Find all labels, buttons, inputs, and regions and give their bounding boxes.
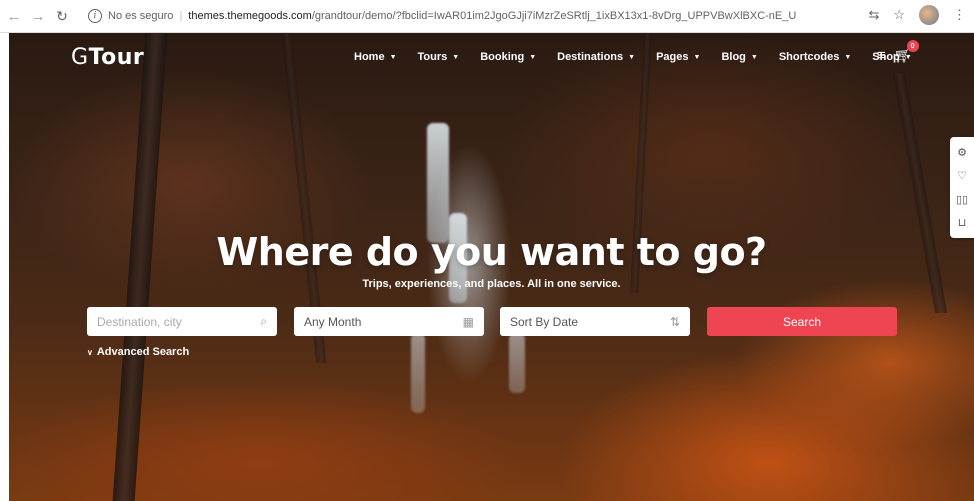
cart-icon[interactable]: 🛒︎ 0: [894, 40, 919, 64]
url-path: /grandtour/demo/?fbclid=IwAR01im2JgoGJji…: [311, 10, 797, 22]
menu-item-tours[interactable]: Tours ▼: [418, 51, 460, 63]
logo-g: G: [71, 45, 89, 70]
chevron-down-icon: ▼: [389, 53, 397, 61]
address-separator: |: [179, 10, 183, 22]
menu-label: Tours: [417, 51, 448, 63]
heart-icon[interactable]: ♡: [957, 169, 967, 182]
chevron-down-icon: ▼: [844, 53, 852, 61]
month-select[interactable]: Any Month ▦: [294, 307, 484, 336]
info-icon[interactable]: i: [88, 9, 102, 23]
advanced-search-label: Advanced Search: [96, 346, 190, 358]
menu-item-destinations[interactable]: Destinations ▼: [557, 51, 635, 63]
advanced-search-link[interactable]: ∨ Advanced Search: [87, 346, 189, 358]
tree-trunk-decoration: [892, 73, 948, 313]
chevron-down-icon: ▼: [750, 53, 758, 61]
menu-item-booking[interactable]: Booking ▼: [480, 51, 536, 63]
menu-item-home[interactable]: Home ▼: [354, 51, 397, 63]
sort-select[interactable]: Sort By Date ⇅: [500, 307, 690, 336]
security-label: No es seguro: [108, 10, 174, 22]
menu-label: Home: [354, 51, 385, 63]
hero-title: Where do you want to go?: [216, 230, 767, 274]
search-icon: ⌕: [260, 314, 267, 328]
menu-item-blog[interactable]: Blog ▼: [721, 51, 757, 63]
menu-label: Blog: [721, 51, 746, 63]
search-button[interactable]: Search: [707, 307, 897, 336]
logo-text: Tour: [88, 45, 145, 70]
month-value: Any Month: [304, 314, 362, 329]
destination-placeholder: Destination, city: [97, 314, 182, 329]
hero-subtitle: Trips, experiences, and places. All in o…: [362, 278, 621, 290]
side-toolbar: ⚙ ♡ ▯▯ ⊔: [950, 137, 974, 238]
hamburger-icon[interactable]: ≡: [877, 47, 886, 64]
menu-label: Booking: [480, 51, 525, 63]
menu-item-shortcodes[interactable]: Shortcodes ▼: [779, 51, 851, 63]
translate-icon[interactable]: ⇆: [868, 7, 879, 23]
sort-value: Sort By Date: [510, 314, 579, 329]
chevron-down-icon: ▼: [693, 53, 701, 61]
url-host: themes.themegoods.com: [188, 10, 312, 22]
chevron-down-icon: ▼: [628, 53, 636, 61]
cart-icon[interactable]: ⊔: [958, 216, 967, 229]
menu-label: Destinations: [557, 51, 624, 63]
site-logo[interactable]: GTour: [71, 45, 144, 70]
waterfall-decoration: [411, 333, 425, 413]
menu-label: Shortcodes: [778, 51, 840, 63]
menu-label: Pages: [656, 51, 689, 63]
chevron-down-icon: ∨: [87, 347, 93, 357]
forward-icon[interactable]: →: [28, 6, 48, 26]
book-icon[interactable]: ▯▯: [956, 193, 968, 206]
browser-toolbar: ← → ↻ i No es seguro | themes.themegoods…: [0, 0, 974, 33]
more-menu-icon[interactable]: ⋮: [953, 7, 966, 23]
chevron-down-icon: ▼: [529, 53, 537, 61]
waterfall-decoration: [509, 333, 525, 393]
menu-item-pages[interactable]: Pages ▼: [656, 51, 700, 63]
hero-section: GTour Home ▼ Tours ▼ Booking ▼ Destinations…: [9, 33, 974, 501]
chevron-down-icon: ▼: [452, 53, 460, 61]
destination-input[interactable]: Destination, city ⌕: [87, 307, 277, 336]
back-icon[interactable]: ←: [4, 6, 24, 26]
profile-avatar[interactable]: [919, 5, 939, 25]
waterfall-decoration: [427, 123, 449, 243]
main-menu: Home ▼ Tours ▼ Booking ▼ Destinations ▼ Page…: [354, 51, 933, 63]
cart-count-badge: 0: [906, 40, 919, 52]
gear-icon[interactable]: ⚙: [957, 146, 967, 159]
sort-arrows-icon: ⇅: [669, 314, 680, 329]
calendar-icon: ▦: [462, 314, 474, 329]
reload-icon[interactable]: ↻: [52, 6, 72, 26]
bookmark-star-icon[interactable]: ☆: [893, 7, 905, 23]
address-bar[interactable]: i No es seguro | themes.themegoods.com /…: [88, 5, 878, 27]
